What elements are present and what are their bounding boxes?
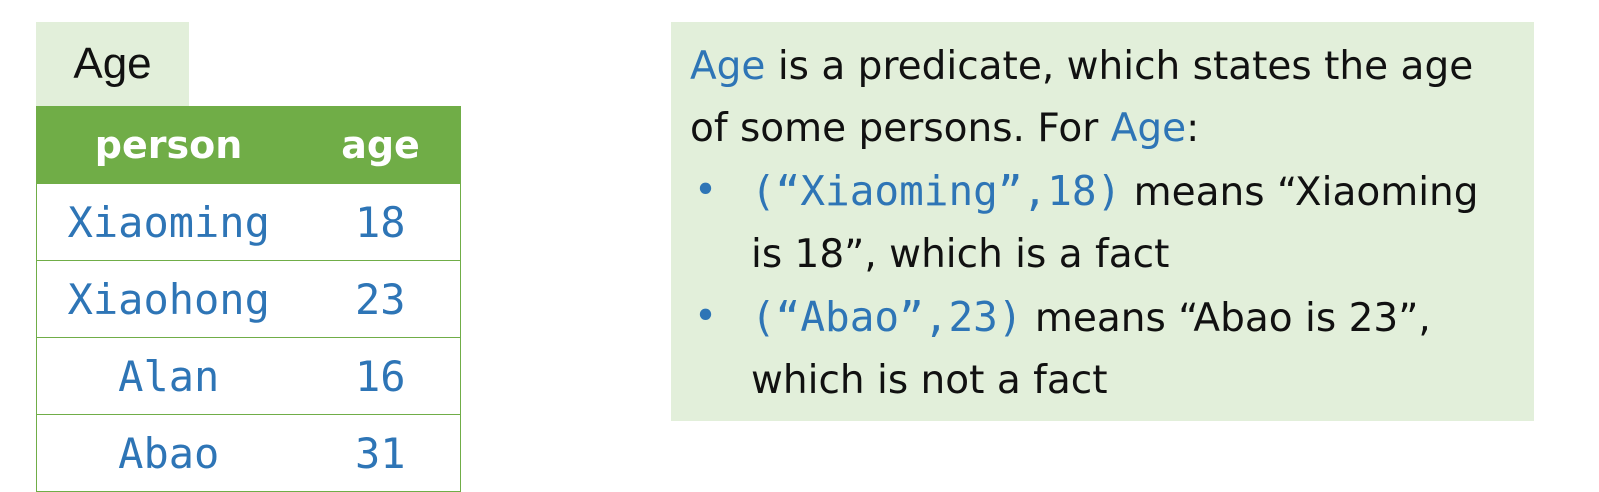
age-cell: 18 <box>300 183 461 261</box>
table-row: Xiaohong 23 <box>36 260 461 338</box>
age-cell: 31 <box>300 414 461 492</box>
age-table: person age Xiaoming 18 Xiaohong 23 Alan … <box>36 106 461 492</box>
predicate-name-repeat: Age <box>1110 106 1187 151</box>
column-header-person: person <box>36 106 301 184</box>
age-cell: 16 <box>300 337 461 415</box>
explanation-box: Age is a predicate, which states the age… <box>671 22 1534 421</box>
table-header: person age <box>36 106 461 184</box>
table-row: Xiaoming 18 <box>36 183 461 261</box>
person-cell: Xiaoming <box>36 183 301 261</box>
tuple-code: (“Abao”,23) <box>751 293 1023 341</box>
intro-text: is a predicate, which states the age of … <box>690 44 1474 151</box>
table-title: Age <box>36 22 189 106</box>
example-item: • (“Xiaoming”,18) means “Xiaoming is 18”,… <box>690 160 1516 286</box>
intro-colon: : <box>1186 106 1200 151</box>
table-header-row: person age <box>36 106 461 184</box>
table-body: Xiaoming 18 Xiaohong 23 Alan 16 Abao 31 <box>36 183 461 492</box>
example-list: • (“Xiaoming”,18) means “Xiaoming is 18”,… <box>690 160 1516 412</box>
person-cell: Abao <box>36 414 301 492</box>
bullet-icon: • <box>694 168 718 213</box>
explanation-intro: Age is a predicate, which states the age… <box>690 36 1516 160</box>
table-row: Abao 31 <box>36 414 461 492</box>
age-cell: 23 <box>300 260 461 338</box>
person-cell: Xiaohong <box>36 260 301 338</box>
predicate-name: Age <box>690 44 766 89</box>
example-item: • (“Abao”,23) means “Abao is 23”, which i… <box>690 286 1516 412</box>
column-header-age: age <box>300 106 461 184</box>
tuple-code: (“Xiaoming”,18) <box>751 167 1122 215</box>
bullet-icon: • <box>694 294 718 339</box>
table-row: Alan 16 <box>36 337 461 415</box>
person-cell: Alan <box>36 337 301 415</box>
